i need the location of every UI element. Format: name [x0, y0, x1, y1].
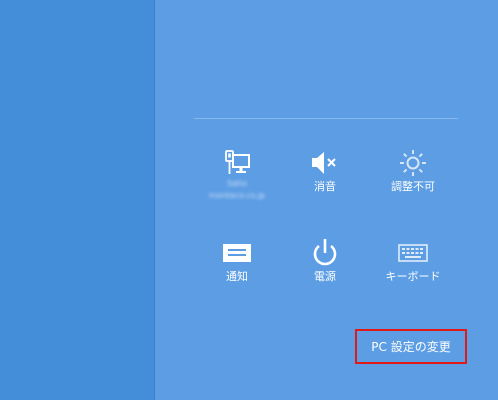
volume-muted-icon	[308, 148, 342, 178]
notifications-tile[interactable]: 通知	[197, 238, 277, 284]
notifications-label: 通知	[226, 270, 248, 283]
volume-label: 消音	[314, 180, 336, 193]
power-label: 電源	[314, 270, 336, 283]
network-domain: montaco.co.jp	[208, 191, 266, 200]
divider-line	[194, 118, 458, 119]
keyboard-icon	[396, 238, 430, 268]
keyboard-label: キーボード	[385, 270, 441, 283]
network-name: Satio	[226, 179, 248, 188]
network-tile[interactable]: Satio montaco.co.jp	[197, 148, 277, 202]
change-pc-settings-link[interactable]: PC 設定の変更	[355, 329, 467, 364]
power-tile[interactable]: 電源	[285, 238, 365, 284]
network-icon	[220, 148, 254, 178]
brightness-label: 調整不可	[391, 180, 435, 193]
volume-tile[interactable]: 消音	[285, 148, 365, 194]
brightness-tile[interactable]: 調整不可	[373, 148, 453, 194]
power-icon	[308, 238, 342, 268]
desktop-background	[0, 0, 154, 400]
keyboard-tile[interactable]: キーボード	[373, 238, 453, 284]
change-pc-settings-label: PC 設定の変更	[371, 340, 451, 354]
notifications-icon	[220, 238, 254, 268]
brightness-icon	[396, 148, 430, 178]
